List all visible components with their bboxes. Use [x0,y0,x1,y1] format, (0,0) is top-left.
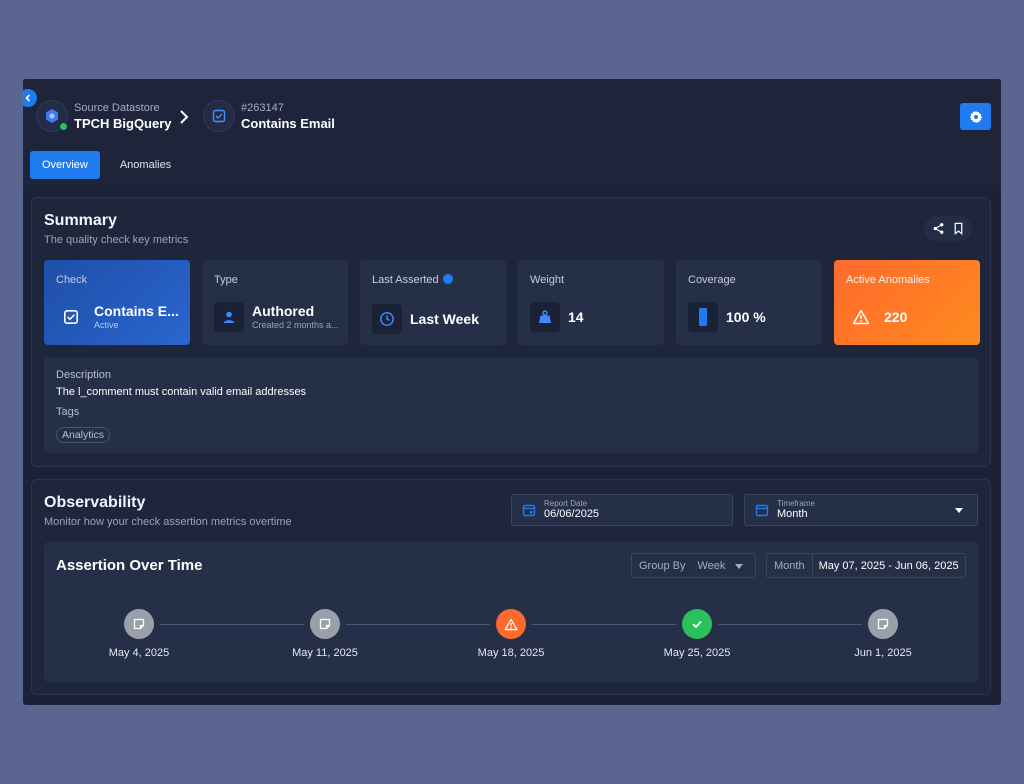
source-label: Source Datastore [74,101,160,114]
weight-card: Weight 14 [518,260,664,345]
check-card[interactable]: Check Contains E... Active [44,260,190,345]
observability-subtitle: Monitor how your check assertion metrics… [44,516,292,528]
checkbox-icon [56,302,86,332]
weight-icon [530,302,560,332]
report-date-field[interactable]: Report Date 06/06/2025 [511,494,733,526]
summary-subtitle: The quality check key metrics [44,234,189,246]
assertion-title: Assertion Over Time [56,557,203,574]
assertion-over-time-card: Assertion Over Time Group By Week Month … [44,542,978,682]
last-asserted-label: Last Asserted [372,274,439,286]
description-label: Description [56,369,112,381]
timeline-node[interactable]: May 4, 2025 [99,609,179,659]
observability-panel: Observability Monitor how your check ass… [31,479,991,695]
report-date-label: Report Date [544,499,588,508]
no-data-icon [310,609,340,639]
active-anomalies-value: 220 [884,308,908,325]
coverage-card-value: 100 % [726,308,766,325]
header: Source Datastore TPCH BigQuery #263147 C… [23,79,1001,185]
breadcrumb-check[interactable]: #263147 Contains Email [203,100,335,132]
range-value: May 07, 2025 - Jun 06, 2025 [818,559,959,572]
timeline-node[interactable]: Jun 1, 2025 [843,609,923,659]
share-icon[interactable] [932,222,945,235]
timeframe-select[interactable]: Timeframe Month [744,494,978,526]
last-asserted-value: Last Week [410,310,479,327]
check-card-status: Active [94,320,119,330]
check-card-label: Check [56,274,88,286]
tags-label: Tags [56,406,80,418]
timeline-date: May 18, 2025 [477,647,545,659]
info-icon[interactable] [442,274,453,284]
active-anomalies-card[interactable]: Active Anomalies 220 [834,260,980,345]
timeline-date: Jun 1, 2025 [854,647,912,659]
tab-anomalies[interactable]: Anomalies [108,151,183,179]
coverage-card: Coverage 100 % [676,260,822,345]
tab-overview[interactable]: Overview [30,151,100,179]
tab-bar: Overview Anomalies [30,151,183,179]
timeline-node[interactable]: May 25, 2025 [657,609,737,659]
check-mark-icon [682,609,712,639]
caret-down-icon [735,564,743,569]
app-window: Source Datastore TPCH BigQuery #263147 C… [23,79,1001,705]
timeline-date: May 11, 2025 [292,647,358,659]
settings-button[interactable] [960,103,991,130]
tag-chip[interactable]: Analytics [56,427,111,443]
timeline-node[interactable]: May 18, 2025 [471,609,551,659]
type-card-value: Authored [252,303,315,319]
range-label: Month [767,554,813,577]
timeline-node[interactable]: May 11, 2025 [285,609,365,659]
observability-title: Observability [44,494,146,511]
timeline-date: May 25, 2025 [663,647,731,659]
no-data-icon [124,609,154,639]
type-card-sub: Created 2 months a... [252,320,339,330]
online-status-dot [59,122,68,131]
user-icon [214,302,244,332]
source-name: TPCH BigQuery [74,115,172,131]
date-range-control[interactable]: Month May 07, 2025 - Jun 06, 2025 [766,553,966,578]
collapse-sidebar-button[interactable] [23,89,37,107]
bookmark-icon[interactable] [952,222,965,235]
coverage-card-label: Coverage [688,274,736,286]
group-by-select[interactable]: Group By Week [631,553,756,578]
summary-actions [924,216,972,241]
calendar-icon [522,504,536,517]
check-icon [203,100,235,132]
group-by-label: Group By [639,559,686,572]
gear-icon [969,110,982,123]
clock-icon [372,304,402,334]
weight-card-label: Weight [530,274,565,286]
warning-icon [496,609,526,639]
summary-title: Summary [44,212,117,229]
description-text: The l_comment must contain valid email a… [56,386,307,398]
no-data-icon [868,609,898,639]
calendar-icon [755,504,769,517]
report-date-value: 06/06/2025 [544,508,600,520]
caret-down-icon [955,508,963,513]
summary-panel: Summary The quality check key metrics Ch… [31,197,991,467]
type-card: Type Authored Created 2 months a... [202,260,348,345]
timeframe-value: Month [777,508,808,520]
timeline-date: May 4, 2025 [108,647,170,659]
breadcrumb-source[interactable]: Source Datastore TPCH BigQuery [36,100,172,132]
group-by-value: Week [697,559,726,572]
chevron-right-icon [180,110,189,124]
coverage-bar-icon [688,302,718,332]
check-card-value: Contains E... [94,303,179,319]
check-id: #263147 [241,101,284,114]
timeframe-label: Timeframe [777,499,815,508]
check-name: Contains Email [241,115,335,131]
description-box: Description The l_comment must contain v… [44,357,978,453]
warning-icon [846,302,876,332]
chevron-left-icon [25,94,31,102]
weight-card-value: 14 [568,308,584,325]
datastore-icon [36,100,68,132]
type-card-label: Type [214,274,238,286]
last-asserted-card: Last Asserted Last Week [360,260,506,345]
active-anomalies-label: Active Anomalies [846,274,930,286]
